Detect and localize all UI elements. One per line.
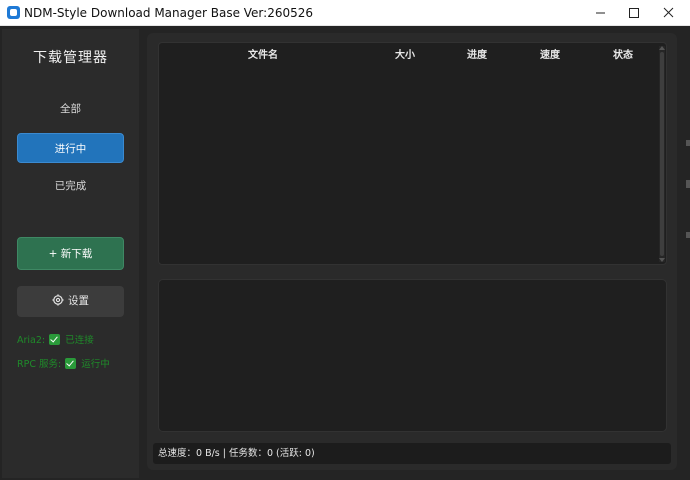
- sidebar: 下载管理器 全部 进行中 已完成 + 新下载 设置 Aria2: 已连接 RPC…: [2, 29, 139, 478]
- column-header-filename[interactable]: 文件名: [248, 46, 278, 61]
- nav-item-in-progress[interactable]: 进行中: [17, 133, 124, 163]
- settings-button-content: 设置: [17, 286, 124, 317]
- sidebar-title: 下载管理器: [33, 50, 108, 66]
- desktop-edge: [686, 232, 690, 238]
- scroll-down-icon[interactable]: [659, 258, 665, 262]
- app-window: NDM-Style Download Manager Base Ver:2605…: [0, 0, 690, 480]
- column-header-speed[interactable]: 速度: [540, 46, 560, 61]
- new-download-button[interactable]: + 新下载: [17, 237, 124, 270]
- desktop-edge: [686, 180, 690, 188]
- check-icon: [65, 358, 77, 369]
- column-header-progress[interactable]: 进度: [467, 46, 487, 61]
- close-icon: [663, 7, 674, 18]
- scroll-up-icon[interactable]: [659, 46, 665, 50]
- rpc-status-label: RPC 服务:: [17, 359, 62, 370]
- rpc-status: RPC 服务: 运行中: [17, 358, 110, 372]
- nav-item-completed[interactable]: 已完成: [17, 171, 124, 201]
- table-scrollbar[interactable]: [659, 46, 665, 262]
- column-header-status[interactable]: 状态: [613, 46, 633, 61]
- download-table[interactable]: 文件名 大小 进度 速度 状态: [158, 42, 667, 265]
- window-title: NDM-Style Download Manager Base Ver:2605…: [24, 6, 314, 20]
- app-icon: [7, 6, 20, 19]
- gear-icon: [52, 294, 64, 306]
- main-panel: 文件名 大小 进度 速度 状态 总速度：0 B/s | 任务数：0 (活跃: 0…: [147, 33, 677, 470]
- aria2-status-label: Aria2:: [17, 335, 46, 346]
- status-bar: 总速度：0 B/s | 任务数：0 (活跃: 0): [153, 443, 671, 464]
- nav-item-all[interactable]: 全部: [17, 94, 124, 124]
- aria2-status-value: 已连接: [65, 335, 94, 346]
- detail-panel: [158, 279, 667, 432]
- column-header-size[interactable]: 大小: [395, 46, 415, 61]
- table-header: 文件名 大小 进度 速度 状态: [159, 43, 659, 63]
- maximize-button[interactable]: [617, 0, 651, 26]
- aria2-status: Aria2: 已连接: [17, 334, 94, 348]
- settings-button[interactable]: 设置: [17, 286, 124, 317]
- close-button[interactable]: [652, 0, 686, 26]
- check-icon: [49, 334, 61, 345]
- title-bar[interactable]: NDM-Style Download Manager Base Ver:2605…: [0, 0, 690, 26]
- rpc-status-value: 运行中: [81, 359, 110, 370]
- maximize-icon: [629, 8, 639, 18]
- scroll-thumb[interactable]: [660, 52, 664, 256]
- minimize-icon: [596, 12, 605, 14]
- settings-label: 设置: [68, 295, 89, 307]
- desktop-edge: [686, 140, 690, 146]
- minimize-button[interactable]: [584, 0, 618, 26]
